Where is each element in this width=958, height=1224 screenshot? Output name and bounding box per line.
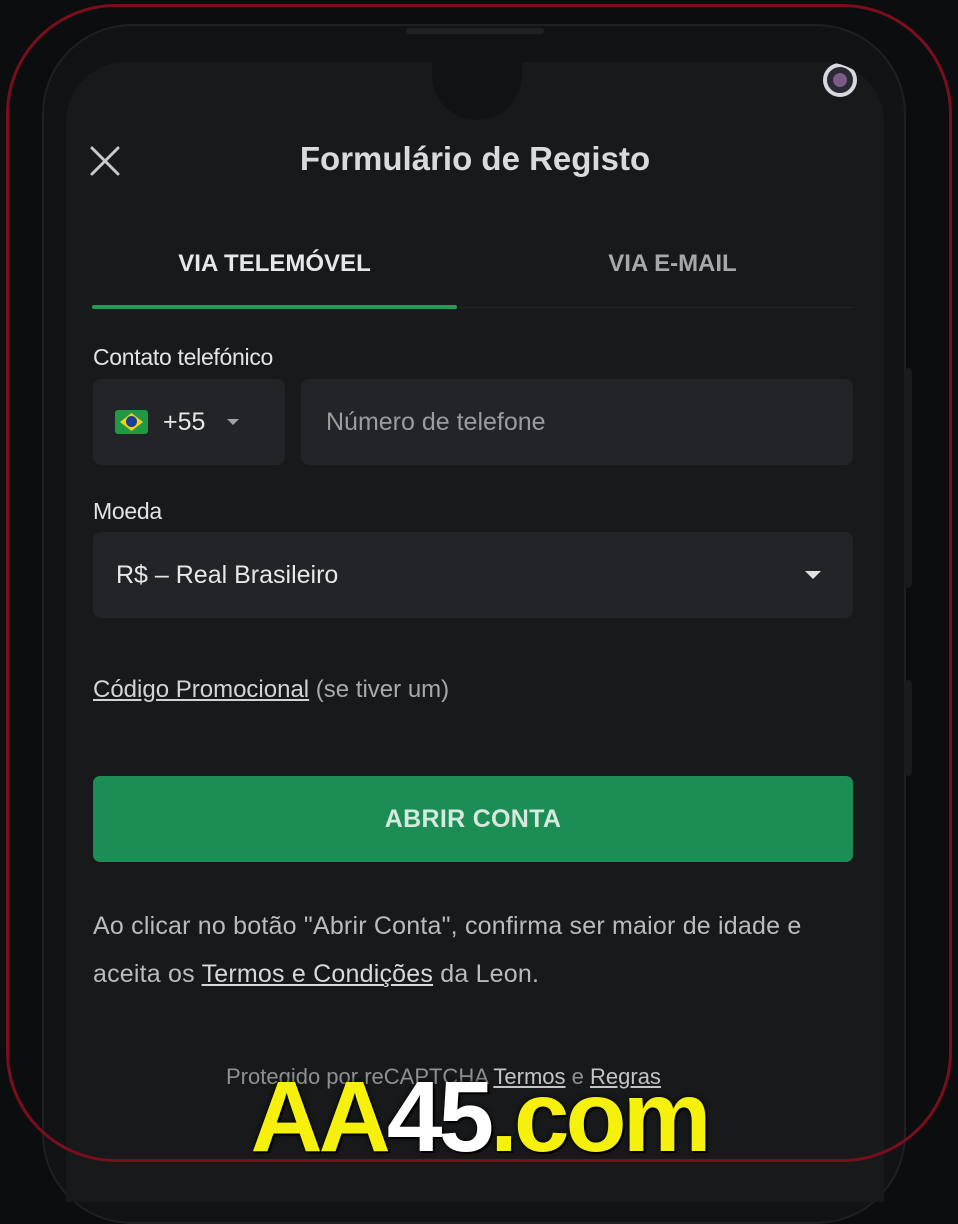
power-button bbox=[904, 680, 912, 776]
open-account-button[interactable]: ABRIR CONTA bbox=[93, 776, 853, 862]
chevron-down-icon bbox=[805, 571, 821, 579]
notch bbox=[432, 62, 857, 120]
country-code-select[interactable]: +55 bbox=[93, 379, 285, 465]
dial-code: +55 bbox=[163, 407, 206, 436]
disclaimer-suffix: da Leon. bbox=[440, 960, 540, 988]
terms-disclaimer: Ao clicar no botão "Abrir Conta", confir… bbox=[93, 902, 833, 998]
watermark-logo: AA45.com bbox=[0, 1060, 958, 1175]
terms-conditions-link[interactable]: Termos e Condições bbox=[202, 960, 433, 988]
promo-code-row: Código Promocional (se tiver um) bbox=[93, 676, 449, 704]
watermark-part-com: .com bbox=[490, 1061, 711, 1173]
brazil-flag-icon bbox=[115, 410, 148, 434]
chevron-down-icon bbox=[227, 419, 240, 425]
promo-code-link[interactable]: Código Promocional bbox=[93, 676, 309, 703]
speaker-grille bbox=[406, 28, 544, 34]
close-button[interactable] bbox=[88, 144, 122, 178]
page-title: Formulário de Registo bbox=[299, 140, 651, 177]
currency-value: R$ – Real Brasileiro bbox=[116, 560, 339, 589]
camera-icon bbox=[823, 63, 857, 97]
currency-label: Moeda bbox=[93, 498, 162, 524]
screen bbox=[66, 62, 884, 1202]
promo-code-suffix: (se tiver um) bbox=[315, 676, 450, 703]
watermark-part-aa: AA bbox=[250, 1061, 390, 1173]
currency-select[interactable]: R$ – Real Brasileiro bbox=[93, 532, 853, 618]
active-tab-indicator bbox=[92, 305, 457, 309]
phone-label: Contato telefónico bbox=[93, 344, 274, 370]
close-icon bbox=[90, 146, 120, 176]
volume-button bbox=[904, 368, 912, 588]
watermark-part-45: 45 bbox=[386, 1061, 494, 1173]
phone-number-input[interactable] bbox=[301, 379, 853, 465]
tab-divider bbox=[457, 307, 853, 308]
tab-via-telemovel[interactable]: VIA TELEMÓVEL bbox=[92, 250, 457, 290]
tab-via-email[interactable]: VIA E-MAIL bbox=[490, 250, 855, 290]
